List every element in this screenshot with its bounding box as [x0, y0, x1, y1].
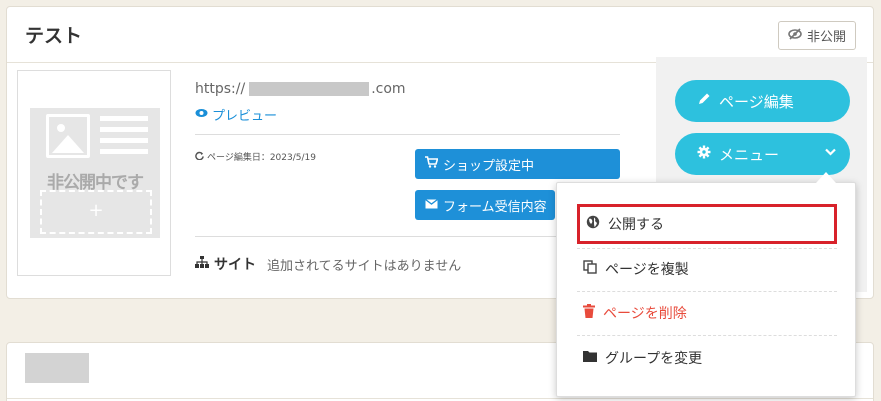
form-responses-button[interactable]: フォーム受信内容 — [415, 190, 555, 220]
text-lines-icon — [100, 116, 148, 160]
thumbnail-dropzone: + — [40, 190, 152, 234]
menu-item-delete[interactable]: ページを削除 — [577, 293, 837, 333]
menu-item-publish[interactable]: 公開する — [577, 204, 837, 244]
url-suffix: .com — [371, 81, 406, 97]
envelope-icon — [425, 198, 438, 213]
menu-separator — [577, 291, 837, 292]
site-empty-message: 追加されてるサイトはありません — [267, 258, 462, 274]
card-header: テスト 非公開 — [7, 7, 873, 63]
shop-settings-label: ショップ設定中 — [443, 158, 535, 174]
menu-button[interactable]: メニュー — [675, 133, 850, 175]
site-row: サイト 追加されてるサイトはありません — [195, 254, 461, 274]
page-edit-button[interactable]: ページ編集 — [675, 80, 850, 122]
preview-link[interactable]: プレビュー — [195, 105, 277, 124]
chevron-down-icon — [825, 145, 836, 160]
url-prefix: https:// — [195, 81, 246, 97]
thumbnail-placeholder: 非公開中です + — [30, 108, 160, 238]
plus-icon: + — [88, 200, 104, 221]
cart-icon — [425, 156, 439, 172]
page-thumbnail[interactable]: 非公開中です + — [17, 70, 171, 276]
copy-icon — [583, 260, 597, 278]
folder-icon — [583, 350, 597, 366]
page-url[interactable]: https:// .com — [195, 81, 406, 97]
gear-icon — [697, 145, 711, 163]
menu-item-label: 公開する — [608, 217, 664, 233]
menu-item-label: ページを削除 — [603, 306, 687, 322]
url-redacted — [249, 82, 370, 96]
preview-label: プレビュー — [212, 109, 278, 124]
site-label: サイト — [214, 257, 256, 273]
edit-date: ページ編集日：2023/5/19 — [195, 150, 316, 163]
page-title-redacted — [25, 353, 89, 383]
menu-item-change-group[interactable]: グループを変更 — [577, 338, 837, 378]
sitemap-icon — [195, 256, 209, 272]
eye-slash-icon — [788, 27, 802, 45]
globe-icon — [586, 215, 600, 233]
form-responses-label: フォーム受信内容 — [443, 199, 547, 215]
menu-separator — [577, 335, 837, 336]
menu-label: メニュー — [719, 145, 780, 164]
menu-item-label: ページを複製 — [605, 262, 689, 278]
edit-date-text: ページ編集日：2023/5/19 — [207, 153, 316, 163]
trash-icon — [583, 304, 595, 322]
refresh-icon — [195, 151, 204, 163]
shop-settings-button[interactable]: ショップ設定中 — [415, 149, 620, 179]
divider — [195, 134, 620, 135]
eye-icon — [195, 107, 208, 122]
menu-dropdown: 公開する ページを複製 ページを削除 グループを変更 — [556, 182, 856, 397]
page-edit-label: ページ編集 — [719, 92, 794, 111]
pencil-icon — [697, 92, 711, 110]
menu-item-duplicate[interactable]: ページを複製 — [577, 249, 837, 289]
divider — [7, 398, 873, 399]
status-badge[interactable]: 非公開 — [777, 21, 856, 50]
image-icon — [46, 114, 90, 158]
menu-item-label: グループを変更 — [605, 351, 703, 367]
dropdown-arrow — [816, 172, 836, 183]
page-title: テスト — [25, 25, 83, 47]
status-badge-label: 非公開 — [806, 30, 846, 45]
